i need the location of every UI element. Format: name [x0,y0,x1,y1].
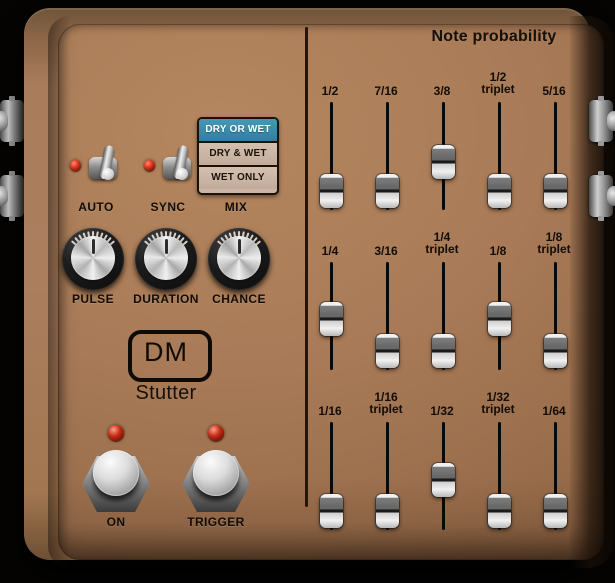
slider-label: 1/32 triplet [481,390,515,416]
toggle-tip [176,168,188,180]
chance-knob-label: CHANCE [212,292,266,306]
slider-label: 1/2 triplet [481,70,515,96]
knob-pointer [238,239,241,254]
knob-pointer [92,239,95,254]
jack-barrel [607,111,615,131]
trigger-led [208,425,224,441]
mix-option-dry-or-wet[interactable]: DRY OR WET [199,119,277,143]
slider-label: 1/32 [430,404,454,418]
slider-thumb[interactable] [544,173,567,208]
slider-label: 7/16 [374,84,398,98]
slider-thumb[interactable] [432,333,455,368]
slider-label: 1/4 triplet [425,230,459,256]
jack-input-left-top[interactable] [0,96,26,146]
slider-thumb[interactable] [320,173,343,208]
auto-led [70,160,81,171]
slider-thumb[interactable] [320,493,343,528]
slider-thumb[interactable] [376,173,399,208]
slider-label: 1/4 [321,244,339,258]
on-footswitch-label: ON [106,515,126,529]
slider-label: 3/16 [374,244,398,258]
jack-tab [598,171,604,176]
jack-input-left-bottom[interactable] [0,171,26,221]
slider-label: 3/8 [433,84,451,98]
mix-selector-label: MIX [224,200,248,214]
slider-thumb[interactable] [432,144,455,179]
pulse-knob[interactable] [62,228,124,290]
on-footswitch[interactable] [82,448,150,516]
slider-thumb[interactable] [432,463,455,498]
trigger-footswitch[interactable] [182,448,250,516]
knob-pointer [165,239,168,254]
slider-label: 1/64 [542,404,566,418]
sync-toggle-label: SYNC [150,200,186,214]
duration-knob[interactable] [135,228,197,290]
jack-tab [598,141,604,146]
auto-toggle-label: AUTO [78,200,114,214]
mix-option-dry-and-wet[interactable]: DRY & WET [199,143,277,167]
jack-tab [598,96,604,101]
slider-label: 1/8 [489,244,507,258]
auto-toggle-switch[interactable] [86,144,120,186]
slider-thumb[interactable] [488,301,511,336]
panel-divider [305,27,308,507]
page-title: Note probability [431,28,557,45]
slider-thumb[interactable] [488,173,511,208]
slider-thumb[interactable] [544,333,567,368]
jack-barrel [607,186,615,206]
slider-label: 1/16 [318,404,342,418]
slider-label: 1/8 triplet [537,230,571,256]
slider-thumb[interactable] [488,493,511,528]
slider-thumb[interactable] [376,493,399,528]
slider-thumb[interactable] [376,333,399,368]
mix-selector[interactable]: DRY OR WET DRY & WET WET ONLY [197,117,279,195]
chance-knob[interactable] [208,228,270,290]
jack-tab [9,216,15,221]
jack-tab [9,96,15,101]
duration-knob-label: DURATION [133,292,199,306]
jack-output-right-top[interactable] [589,96,615,146]
mix-option-wet-only[interactable]: WET ONLY [199,167,277,189]
trigger-footswitch-label: TRIGGER [187,515,245,529]
sync-toggle-switch[interactable] [160,144,194,186]
jack-output-right-bottom[interactable] [589,171,615,221]
slider-thumb[interactable] [544,493,567,528]
footswitch-button[interactable] [193,450,239,496]
jack-tab [9,141,15,146]
slider-label: 1/16 triplet [369,390,403,416]
brand-logo-text: DM [144,337,188,367]
slider-thumb[interactable] [320,301,343,336]
jack-tab [598,216,604,221]
model-name: Stutter [135,382,197,404]
jack-tab [9,171,15,176]
toggle-tip [102,168,114,180]
on-led [108,425,124,441]
slider-label: 1/2 [321,84,339,98]
pulse-knob-label: PULSE [71,292,114,306]
pedal-screenshot: Note probability AUTO SYNC DRY OR WET DR… [0,0,615,583]
slider-label: 5/16 [542,84,566,98]
footswitch-button[interactable] [93,450,139,496]
sync-led [144,160,155,171]
